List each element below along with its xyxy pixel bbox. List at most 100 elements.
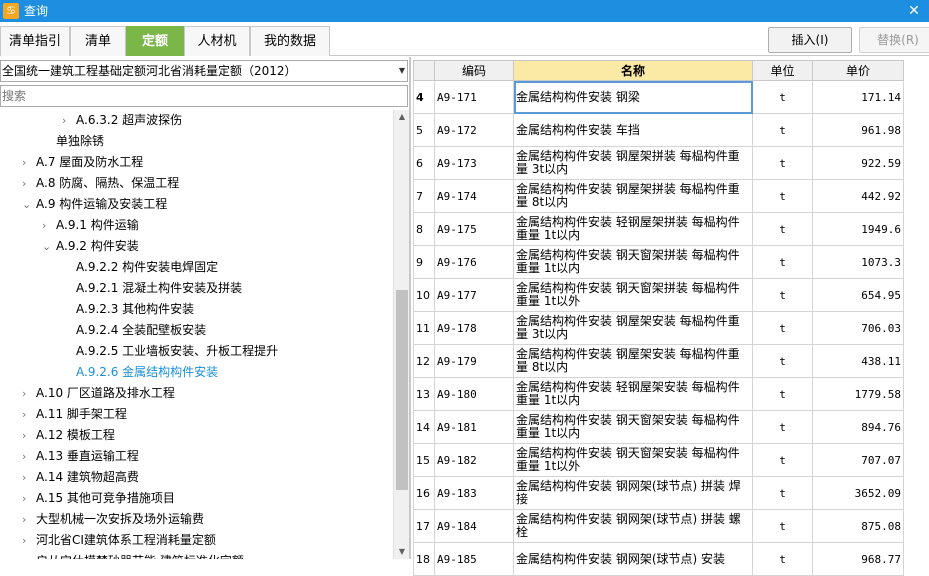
- tab-bill[interactable]: 清单: [70, 26, 126, 56]
- table-row[interactable]: 6 A9-173 金属结构构件安装 钢屋架拼装 每榀构件重量 3t以内 t 922.59: [413, 146, 904, 180]
- cell-code[interactable]: A9-176: [434, 245, 514, 279]
- row-index[interactable]: 15: [413, 443, 435, 477]
- tree-node[interactable]: › A.9.1 构件运输: [42, 215, 139, 235]
- table-row[interactable]: 8 A9-175 金属结构构件安装 轻钢屋架拼装 每榀构件重量 1t以内 t 1949.…: [413, 212, 904, 246]
- tree-node[interactable]: ⌄ A.9 构件运输及安装工程: [22, 194, 167, 214]
- tree-node[interactable]: › A.15 其他可竞争措施项目: [22, 488, 175, 508]
- table-row[interactable]: 4 A9-171 金属结构构件安装 钢梁 t 171.14: [413, 80, 904, 114]
- quota-library-select[interactable]: 全国统一建筑工程基础定额河北省消耗量定额（2012） ▼: [0, 60, 408, 82]
- cell-name[interactable]: 金属结构构件安装 钢天窗架拼装 每榀构件重量 1t以外: [513, 278, 753, 312]
- chevron-right-icon[interactable]: ›: [22, 405, 36, 425]
- row-index[interactable]: 7: [413, 179, 435, 213]
- close-icon[interactable]: ✕: [905, 2, 923, 20]
- cell-unit[interactable]: t: [752, 212, 813, 246]
- tree-node[interactable]: › A.13 垂直运输工程: [22, 446, 139, 466]
- tree-node[interactable]: › 大型机械一次安拆及场外运输费: [22, 509, 204, 529]
- cell-price[interactable]: 706.03: [812, 311, 904, 345]
- cell-code[interactable]: A9-172: [434, 113, 514, 147]
- cell-price[interactable]: 875.08: [812, 509, 904, 543]
- chevron-right-icon[interactable]: ›: [62, 111, 76, 131]
- row-index[interactable]: 5: [413, 113, 435, 147]
- cell-name[interactable]: 金属结构构件安装 钢梁: [513, 80, 753, 114]
- scrollbar-thumb[interactable]: [396, 290, 408, 490]
- tree-node[interactable]: › A.11 脚手架工程: [22, 404, 127, 424]
- cell-name[interactable]: 金属结构构件安装 钢网架(球节点) 拼装 螺栓: [513, 509, 753, 543]
- col-header-name[interactable]: 名称: [513, 60, 753, 81]
- table-row[interactable]: 15 A9-182 金属结构构件安装 钢天窗架安装 每榀构件重量 1t以外 t 707.…: [413, 443, 904, 477]
- col-header-unit[interactable]: 单位: [752, 60, 813, 81]
- tree-node[interactable]: › A.12 模板工程: [22, 425, 115, 445]
- tree-node[interactable]: 单独除锈: [56, 131, 104, 151]
- tab-my-data[interactable]: 我的数据: [250, 26, 330, 56]
- cell-price[interactable]: 654.95: [812, 278, 904, 312]
- cell-unit[interactable]: t: [752, 245, 813, 279]
- row-index[interactable]: 12: [413, 344, 435, 378]
- col-header-price[interactable]: 单价: [812, 60, 904, 81]
- tree-node[interactable]: › A.8 防腐、隔热、保温工程: [22, 173, 179, 193]
- table-row[interactable]: 10 A9-177 金属结构构件安装 钢天窗架拼装 每榀构件重量 1t以外 t 654.…: [413, 278, 904, 312]
- row-index[interactable]: 14: [413, 410, 435, 444]
- cell-name[interactable]: 金属结构构件安装 钢网架(球节点) 安装: [513, 542, 753, 576]
- tree-scrollbar[interactable]: ▲ ▼: [393, 110, 409, 559]
- cell-name[interactable]: 金属结构构件安装 钢网架(球节点) 拼装 焊接: [513, 476, 753, 510]
- tree-node[interactable]: A.9.2.1 混凝土构件安装及拼装: [76, 278, 242, 298]
- cell-price[interactable]: 1949.6: [812, 212, 904, 246]
- chevron-down-icon[interactable]: ▼: [399, 61, 405, 81]
- chevron-right-icon[interactable]: ›: [22, 153, 36, 173]
- chevron-right-icon[interactable]: ›: [22, 468, 36, 488]
- tree-node[interactable]: A.9.2.3 其他构件安装: [76, 299, 194, 319]
- cell-unit[interactable]: t: [752, 113, 813, 147]
- chevron-right-icon[interactable]: ›: [22, 552, 36, 559]
- chevron-down-icon[interactable]: ⌄: [42, 237, 56, 257]
- cell-code[interactable]: A9-183: [434, 476, 514, 510]
- cell-name[interactable]: 金属结构构件安装 轻钢屋架拼装 每榀构件重量 1t以内: [513, 212, 753, 246]
- row-index[interactable]: 8: [413, 212, 435, 246]
- chevron-right-icon[interactable]: ›: [22, 489, 36, 509]
- cell-name[interactable]: 金属结构构件安装 钢天窗架拼装 每榀构件重量 1t以内: [513, 245, 753, 279]
- replace-button[interactable]: 替换(R): [859, 27, 929, 53]
- cell-code[interactable]: A9-181: [434, 410, 514, 444]
- cell-unit[interactable]: t: [752, 278, 813, 312]
- tree-node[interactable]: A.9.2.4 全装配壁板安装: [76, 320, 206, 340]
- cell-name[interactable]: 金属结构构件安装 钢屋架安装 每榀构件重量 8t以内: [513, 344, 753, 378]
- tree-node[interactable]: › 河北省CI建筑体系工程消耗量定额: [22, 530, 216, 550]
- chevron-right-icon[interactable]: ›: [22, 531, 36, 551]
- cell-unit[interactable]: t: [752, 443, 813, 477]
- table-row[interactable]: 18 A9-185 金属结构构件安装 钢网架(球节点) 安装 t 968.77: [413, 542, 904, 576]
- cell-unit[interactable]: t: [752, 476, 813, 510]
- tree-node[interactable]: › A.14 建筑物超高费: [22, 467, 139, 487]
- cell-price[interactable]: 707.07: [812, 443, 904, 477]
- tab-bill-guide[interactable]: 清单指引: [0, 26, 70, 56]
- cell-unit[interactable]: t: [752, 542, 813, 576]
- tree-node[interactable]: ›启从宝仕模梦砂器节能 建筑标准化定额: [22, 551, 244, 559]
- cell-unit[interactable]: t: [752, 509, 813, 543]
- row-index[interactable]: 6: [413, 146, 435, 180]
- cell-code[interactable]: A9-185: [434, 542, 514, 576]
- row-index[interactable]: 4: [413, 80, 435, 114]
- cell-name[interactable]: 金属结构构件安装 车挡: [513, 113, 753, 147]
- chevron-down-icon[interactable]: ⌄: [22, 195, 36, 215]
- tree-node[interactable]: › A.7 屋面及防水工程: [22, 152, 143, 172]
- cell-price[interactable]: 171.14: [812, 80, 904, 114]
- scroll-up-icon[interactable]: ▲: [394, 110, 410, 124]
- search-input[interactable]: [0, 85, 408, 107]
- tree-node[interactable]: › A.10 厂区道路及排水工程: [22, 383, 175, 403]
- cell-code[interactable]: A9-175: [434, 212, 514, 246]
- scroll-down-icon[interactable]: ▼: [394, 545, 410, 559]
- chevron-right-icon[interactable]: ›: [42, 216, 56, 236]
- tree-node[interactable]: A.9.2.5 工业墙板安装、升板工程提升: [76, 341, 278, 361]
- col-header-code[interactable]: 编码: [434, 60, 514, 81]
- cell-unit[interactable]: t: [752, 179, 813, 213]
- cell-price[interactable]: 922.59: [812, 146, 904, 180]
- cell-name[interactable]: 金属结构构件安装 钢屋架拼装 每榀构件重量 3t以内: [513, 146, 753, 180]
- table-row[interactable]: 7 A9-174 金属结构构件安装 钢屋架拼装 每榀构件重量 8t以内 t 442.92: [413, 179, 904, 213]
- row-index[interactable]: 10: [413, 278, 435, 312]
- cell-name[interactable]: 金属结构构件安装 钢天窗架安装 每榀构件重量 1t以内: [513, 410, 753, 444]
- cell-code[interactable]: A9-180: [434, 377, 514, 411]
- cell-unit[interactable]: t: [752, 80, 813, 114]
- table-row[interactable]: 5 A9-172 金属结构构件安装 车挡 t 961.98: [413, 113, 904, 147]
- insert-button[interactable]: 插入(I): [768, 27, 852, 53]
- cell-price[interactable]: 961.98: [812, 113, 904, 147]
- cell-code[interactable]: A9-173: [434, 146, 514, 180]
- tree-node[interactable]: A.9.2.2 构件安装电焊固定: [76, 257, 218, 277]
